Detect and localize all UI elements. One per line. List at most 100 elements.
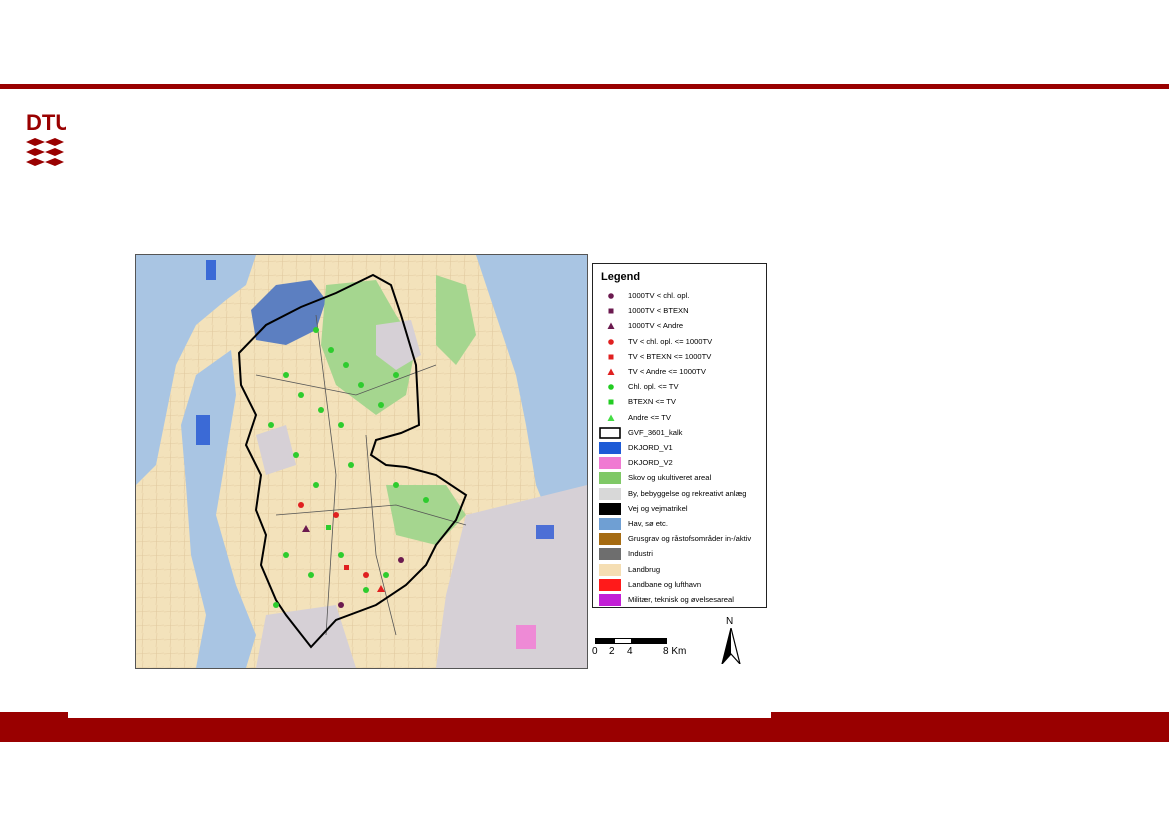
scale-tick: 4 bbox=[627, 646, 633, 657]
legend-label: Andre <= TV bbox=[628, 412, 671, 422]
legend-swatch bbox=[608, 354, 614, 360]
sample-point[interactable] bbox=[363, 587, 369, 593]
sample-point[interactable] bbox=[268, 422, 274, 428]
legend-label: BTEXN <= TV bbox=[628, 397, 676, 407]
sample-point[interactable] bbox=[318, 407, 324, 413]
sample-point[interactable] bbox=[283, 552, 289, 558]
legend-item: 1000TV < BTEXN bbox=[599, 305, 764, 319]
scale-segment bbox=[614, 638, 632, 644]
sample-point[interactable] bbox=[293, 452, 299, 458]
legend-swatch bbox=[599, 426, 621, 439]
legend-item: Vej og vejmatrikel bbox=[599, 502, 764, 517]
legend-label: 1000TV < chl. opl. bbox=[628, 291, 690, 300]
legend-label: TV < chl. opl. <= 1000TV bbox=[628, 336, 713, 346]
legend-item: Hav, sø etc. bbox=[599, 518, 764, 532]
legend-label: GVF_3601_kalk bbox=[628, 427, 683, 437]
legend-label: Grusgrav og råstofsområder in-/aktiv bbox=[628, 534, 752, 544]
sample-point[interactable] bbox=[338, 552, 344, 558]
legend-swatch bbox=[608, 399, 614, 405]
map-canvas[interactable] bbox=[136, 255, 587, 668]
legend-label: Skov og ukultiveret areal bbox=[628, 473, 712, 483]
legend-item: TV < chl. opl. <= 1000TV bbox=[599, 336, 764, 350]
legend-label: Industri bbox=[628, 549, 653, 559]
legend-swatch bbox=[599, 533, 621, 546]
legend-label: TV < BTEXN <= 1000TV bbox=[628, 351, 712, 361]
sample-point[interactable] bbox=[358, 382, 364, 388]
scale-bar: 0 2 4 8 Km bbox=[592, 634, 702, 664]
legend-label: TV < Andre <= 1000TV bbox=[628, 367, 706, 376]
legend-label: 1000TV < Andre bbox=[628, 321, 684, 331]
scale-tick: 0 bbox=[592, 646, 598, 657]
sample-point[interactable] bbox=[393, 372, 399, 378]
legend-item: Grusgrav og råstofsområder in-/aktiv bbox=[599, 533, 764, 547]
legend-item: Skov og ukultiveret areal bbox=[599, 472, 764, 486]
legend-label: Vej og vejmatrikel bbox=[628, 503, 688, 513]
sample-point[interactable] bbox=[348, 462, 354, 468]
legend-label: 1000TV < BTEXN bbox=[628, 306, 689, 316]
dtu-logo: DTU bbox=[26, 110, 66, 166]
legend-item: Chl. opl. <= TV bbox=[599, 381, 764, 395]
legend-swatch bbox=[607, 414, 615, 421]
legend-item: Industri bbox=[599, 548, 764, 562]
sample-point[interactable] bbox=[298, 502, 304, 508]
legend-label: Landbane og lufthavn bbox=[628, 579, 702, 589]
legend-label: By, bebyggelse og rekreativt anlæg bbox=[628, 488, 747, 498]
sample-point[interactable] bbox=[423, 497, 429, 503]
scale-segment bbox=[595, 638, 614, 644]
sample-point[interactable] bbox=[313, 482, 319, 488]
legend-swatch bbox=[599, 594, 621, 606]
sample-point[interactable] bbox=[333, 512, 339, 518]
logo-text: DTU bbox=[26, 110, 66, 135]
scale-tick: 2 bbox=[609, 646, 615, 657]
sample-point[interactable] bbox=[328, 347, 334, 353]
sample-point[interactable] bbox=[298, 392, 304, 398]
north-arrow-icon bbox=[721, 628, 741, 664]
legend-label: Chl. opl. <= TV bbox=[628, 382, 679, 392]
legend-label: DKJORD_V2 bbox=[628, 458, 673, 468]
sample-point[interactable] bbox=[344, 565, 349, 570]
legend-item: DKJORD_V2 bbox=[599, 457, 764, 471]
legend-item: 1000TV < Andre bbox=[599, 320, 764, 334]
legend-swatch bbox=[607, 368, 615, 375]
sample-point[interactable] bbox=[283, 372, 289, 378]
contaminated-site bbox=[516, 625, 536, 649]
contaminated-site bbox=[536, 525, 554, 539]
north-arrow: N bbox=[718, 616, 744, 664]
legend-item: DKJORD_V1 bbox=[599, 442, 764, 456]
contaminated-site bbox=[206, 260, 216, 280]
sample-point[interactable] bbox=[393, 482, 399, 488]
legend-item: 1000TV < chl. opl. bbox=[599, 290, 764, 304]
legend-item: TV < BTEXN <= 1000TV bbox=[599, 351, 764, 365]
site-map[interactable] bbox=[135, 254, 588, 669]
sample-point[interactable] bbox=[273, 602, 279, 608]
legend-item: Andre <= TV bbox=[599, 412, 764, 426]
legend-title: Legend bbox=[601, 271, 641, 283]
sample-point[interactable] bbox=[313, 327, 319, 333]
sample-point[interactable] bbox=[343, 362, 349, 368]
legend-swatch bbox=[608, 293, 614, 299]
sample-point[interactable] bbox=[398, 557, 404, 563]
legend-item: Landbane og lufthavn bbox=[599, 578, 764, 593]
legend-item: BTEXN <= TV bbox=[599, 396, 764, 410]
legend-item: Landbrug bbox=[599, 563, 764, 578]
legend-label: Hav, sø etc. bbox=[628, 519, 668, 528]
sample-point[interactable] bbox=[363, 572, 369, 578]
legend-swatch bbox=[608, 308, 614, 314]
sample-point[interactable] bbox=[378, 402, 384, 408]
sample-point[interactable] bbox=[383, 572, 389, 578]
legend-swatch bbox=[608, 384, 614, 390]
legend-swatch bbox=[599, 518, 621, 530]
legend-swatch bbox=[599, 548, 621, 561]
legend-swatch bbox=[599, 487, 621, 500]
legend-label: DKJORD_V1 bbox=[628, 443, 673, 452]
legend-swatch bbox=[599, 502, 621, 515]
sample-point[interactable] bbox=[338, 602, 344, 608]
sample-point[interactable] bbox=[338, 422, 344, 428]
legend-item: TV < Andre <= 1000TV bbox=[599, 366, 764, 380]
sample-point[interactable] bbox=[326, 525, 331, 530]
footer-notch bbox=[68, 712, 771, 718]
contaminated-site bbox=[196, 415, 210, 445]
legend-swatch bbox=[599, 442, 621, 454]
sample-point[interactable] bbox=[308, 572, 314, 578]
legend-swatch bbox=[607, 322, 615, 330]
